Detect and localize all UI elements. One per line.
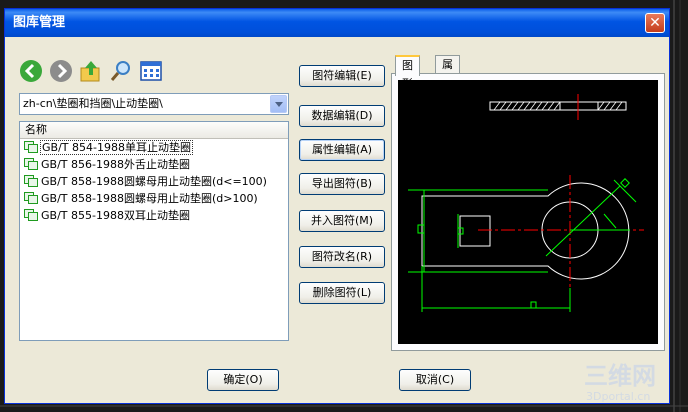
view-grid-icon[interactable] xyxy=(139,59,163,83)
graphic-tab-panel xyxy=(391,73,665,351)
list-item[interactable]: GB/T 858-1988圆螺母用止动垫圈(d<=100) xyxy=(20,173,288,190)
back-arrow-icon[interactable] xyxy=(19,59,43,83)
path-combo[interactable]: zh-cn\垫圈和挡圈\止动垫圈\ xyxy=(19,93,289,115)
up-folder-icon[interactable] xyxy=(79,59,103,83)
site-watermark-logo: 三维网 3Dportal.cn xyxy=(584,362,656,403)
watermark-subtitle: 3Dportal.cn xyxy=(586,390,650,403)
watermark-title: 三维网 xyxy=(584,362,656,390)
export-symbol-button[interactable]: 导出图符(B) xyxy=(299,173,385,195)
symbol-icon xyxy=(24,141,38,153)
close-button[interactable]: ✕ xyxy=(645,13,665,33)
edit-symbol-button[interactable]: 图符编辑(E) xyxy=(299,65,385,87)
merge-symbol-button[interactable]: 并入图符(M) xyxy=(299,210,385,232)
path-combo-value: zh-cn\垫圈和挡圈\止动垫圈\ xyxy=(23,97,163,110)
list-item[interactable]: GB/T 854-1988单耳止动垫圈 xyxy=(20,139,288,156)
list-header-name[interactable]: 名称 xyxy=(20,122,288,139)
list-item[interactable]: GB/T 855-1988双耳止动垫圈 xyxy=(20,207,288,224)
list-item[interactable]: GB/T 856-1988外舌止动垫圈 xyxy=(20,156,288,173)
ok-button[interactable]: 确定(O) xyxy=(207,369,279,391)
symbol-icon xyxy=(24,158,38,170)
symbol-icon xyxy=(24,175,38,187)
list-item[interactable]: GB/T 858-1988圆螺母用止动垫圈(d>100) xyxy=(20,190,288,207)
title-bar: 图库管理 ✕ xyxy=(5,9,669,37)
library-manager-dialog: 图库管理 ✕ zh-cn\垫圈和挡圈\止动垫圈\ 名称 GB/T 854-198… xyxy=(4,8,670,404)
search-magnifier-icon[interactable] xyxy=(109,59,133,83)
symbol-list: 名称 GB/T 854-1988单耳止动垫圈 GB/T 856-1988外舌止动… xyxy=(19,121,289,341)
delete-symbol-button[interactable]: 删除图符(L) xyxy=(299,282,385,304)
edit-attributes-button[interactable]: 属性编辑(A) xyxy=(299,139,385,161)
chevron-down-icon[interactable] xyxy=(270,95,287,113)
tab-graphic[interactable]: 图形 xyxy=(395,55,420,90)
cancel-button[interactable]: 取消(C) xyxy=(399,369,471,391)
edit-data-button[interactable]: 数据编辑(D) xyxy=(299,105,385,127)
symbol-icon xyxy=(24,192,38,204)
symbol-icon xyxy=(24,209,38,221)
tab-attributes[interactable]: 属性 xyxy=(435,55,460,89)
forward-arrow-icon[interactable] xyxy=(49,59,73,83)
window-title: 图库管理 xyxy=(13,15,66,30)
symbol-preview xyxy=(398,80,658,344)
rename-symbol-button[interactable]: 图符改名(R) xyxy=(299,246,385,268)
